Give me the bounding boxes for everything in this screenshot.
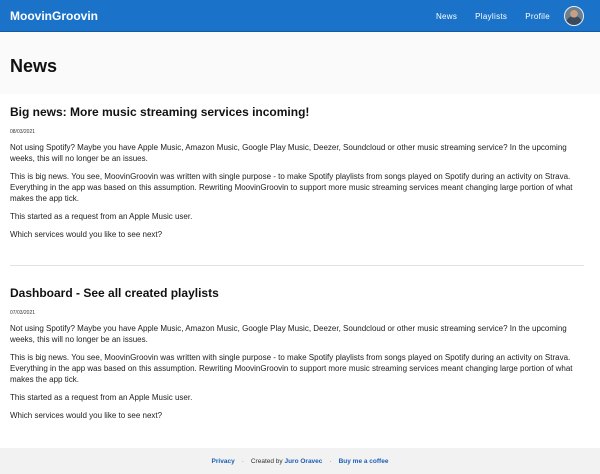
page-title: News — [10, 56, 58, 76]
author-link[interactable]: Juro Oravec — [284, 458, 322, 465]
article-paragraph: Not using Spotify? Maybe you have Apple … — [10, 324, 567, 344]
page-footer: Privacy · Created by Juro Oravec · Buy m… — [0, 448, 600, 474]
article-paragraph: Which services would you like to see nex… — [10, 230, 163, 239]
nav-news-link[interactable]: News — [436, 12, 457, 21]
article-title: Dashboard - See all created playlists — [10, 286, 219, 300]
article-paragraph: Not using Spotify? Maybe you have Apple … — [10, 143, 567, 163]
top-navbar: MoovinGroovin News Playlists Profile — [0, 0, 600, 32]
article-paragraph: This started as a request from an Apple … — [10, 393, 193, 402]
user-avatar[interactable] — [564, 6, 584, 26]
article-paragraph: This started as a request from an Apple … — [10, 212, 193, 221]
footer-separator: · — [241, 457, 244, 465]
nav-playlists-link[interactable]: Playlists — [475, 12, 507, 21]
main-nav: News Playlists Profile — [418, 0, 584, 32]
buy-me-a-coffee-link[interactable]: Buy me a coffee — [339, 458, 389, 465]
news-article: Big news: More music streaming services … — [10, 105, 584, 240]
privacy-link[interactable]: Privacy — [212, 458, 235, 465]
footer-separator: · — [329, 457, 332, 465]
brand-logo-link[interactable]: MoovinGroovin — [10, 0, 98, 32]
article-divider — [10, 265, 584, 266]
article-date: 07/03/2021 — [10, 310, 36, 316]
article-paragraph: This is big news. You see, MoovinGroovin… — [10, 353, 573, 384]
created-by-label: Created by — [250, 457, 283, 465]
article-date: 08/03/2021 — [10, 129, 36, 135]
article-paragraph: This is big news. You see, MoovinGroovin… — [10, 172, 573, 203]
news-article: Dashboard - See all created playlists 07… — [10, 286, 584, 421]
article-title: Big news: More music streaming services … — [10, 105, 310, 119]
nav-profile-link[interactable]: Profile — [525, 12, 550, 21]
article-paragraph: Which services would you like to see nex… — [10, 411, 163, 420]
